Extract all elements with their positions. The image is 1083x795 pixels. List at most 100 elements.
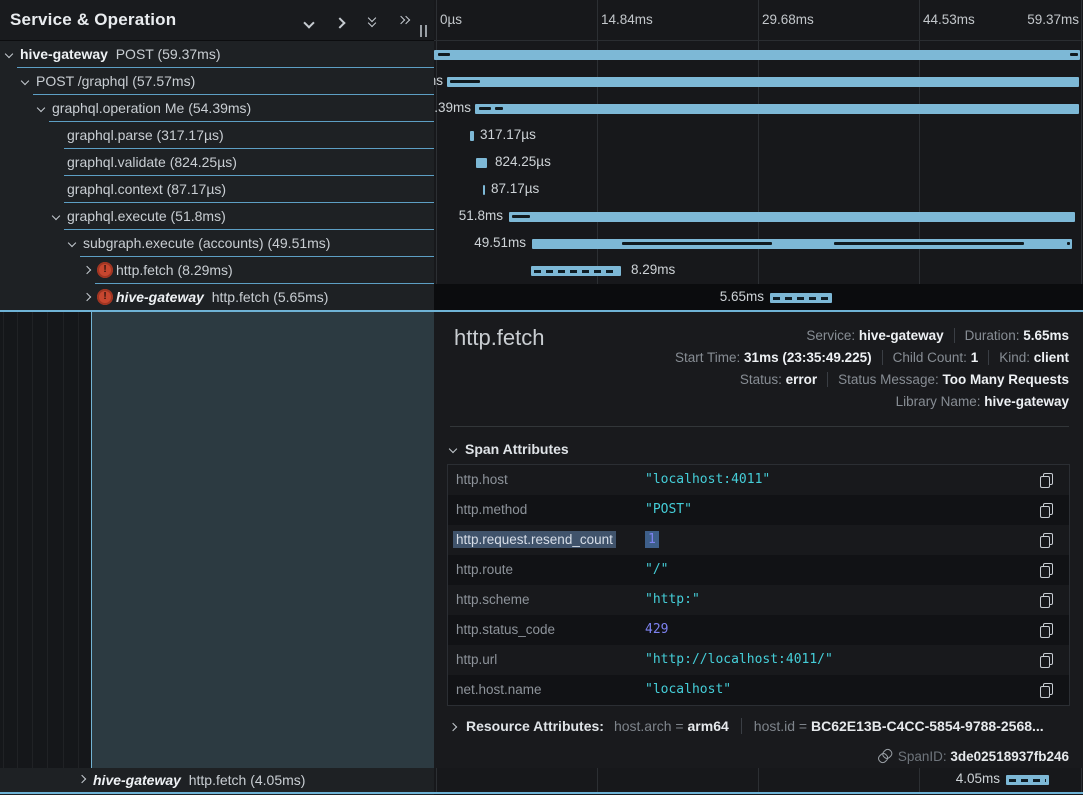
attribute-row[interactable]: http.status_code429: [448, 615, 1069, 645]
selected-row-border: [0, 310, 1083, 312]
chevron-right-icon[interactable]: [334, 17, 345, 28]
tree-row[interactable]: !http.fetch (8.29ms): [0, 257, 434, 284]
span-bar[interactable]: [447, 77, 1079, 87]
span-tree-panel: Service & Operation hive-gateway POST (5…: [0, 0, 434, 795]
span-bar[interactable]: [476, 158, 487, 168]
span-label: graphql.context (87.17µs): [67, 181, 226, 197]
bar-self-time-segment: [622, 242, 772, 245]
attribute-row[interactable]: http.url"http://localhost:4011/": [448, 645, 1069, 675]
attribute-row[interactable]: http.scheme"http:": [448, 585, 1069, 615]
timeline-row: 317.17µs: [434, 122, 1083, 149]
chevron-down-icon[interactable]: [5, 50, 13, 58]
chevron-down-icon: [449, 445, 457, 453]
copy-icon[interactable]: [1040, 683, 1053, 698]
chevron-right-icon[interactable]: [402, 16, 410, 24]
duration-label: 57.57ms: [434, 73, 443, 88]
span-attributes-header[interactable]: Span Attributes: [450, 441, 569, 457]
attribute-row[interactable]: http.route "/": [448, 555, 1069, 585]
link-icon[interactable]: [875, 746, 894, 765]
duration-label: 49.51ms: [474, 235, 526, 250]
copy-icon[interactable]: [1040, 503, 1053, 518]
span-bar[interactable]: [531, 266, 621, 276]
span-meta: Service: hive-gatewayDuration: 5.65ms Sta…: [675, 328, 1069, 416]
span-bar[interactable]: [509, 212, 1075, 222]
timeline-row: 87.17µs: [434, 176, 1083, 203]
span-bar[interactable]: [770, 293, 832, 303]
chevron-down-icon[interactable]: [305, 14, 319, 28]
timeline-panel: 0µs14.84ms29.68ms44.53ms59.37ms 57.57ms5…: [434, 0, 1083, 311]
meta-item: Library Name: hive-gateway: [896, 394, 1069, 409]
duration-label: 87.17µs: [491, 181, 539, 196]
attribute-key: http.request.resend_count: [453, 531, 616, 548]
panel-resize-handle[interactable]: [418, 25, 430, 38]
attribute-row[interactable]: http.host"localhost:4011": [448, 465, 1069, 495]
tree-row[interactable]: !hive-gateway http.fetch (5.65ms): [0, 284, 434, 311]
double-chevron-down-icon[interactable]: [367, 14, 381, 28]
tree-row[interactable]: hive-gateway POST (59.37ms): [0, 41, 434, 68]
service-name: hive-gateway: [116, 289, 204, 305]
attribute-row[interactable]: http.request.resend_count1: [448, 525, 1069, 555]
span-label: graphql.parse (317.17µs): [67, 127, 224, 143]
span-bar[interactable]: [470, 131, 474, 141]
span-title: http.fetch: [454, 325, 545, 351]
span-bar[interactable]: [1006, 775, 1049, 785]
span-attributes-table: http.host"localhost:4011"http.method"POS…: [447, 464, 1070, 706]
bar-dash-pattern: [534, 270, 618, 273]
bar-dash-pattern: [773, 297, 829, 300]
copy-icon[interactable]: [1040, 593, 1053, 608]
copy-icon[interactable]: [1040, 563, 1053, 578]
tree-row[interactable]: graphql.context (87.17µs): [0, 176, 434, 203]
chevron-right-icon[interactable]: [83, 293, 91, 301]
attribute-row[interactable]: net.host.name"localhost": [448, 675, 1069, 705]
copy-icon[interactable]: [1040, 473, 1053, 488]
chevron-down-icon[interactable]: [68, 239, 76, 247]
copy-icon[interactable]: [1040, 533, 1053, 548]
chevron-down-icon[interactable]: [52, 212, 60, 220]
tree-row-bottom[interactable]: hive-gateway http.fetch (4.05ms): [0, 768, 434, 792]
tree-row[interactable]: hive-gateway http.fetch (4.05ms): [0, 768, 434, 795]
error-icon: !: [97, 289, 113, 305]
chevron-down-icon[interactable]: [37, 104, 45, 112]
span-label: graphql.validate (824.25µs): [67, 154, 237, 170]
chevron-right-icon[interactable]: [336, 14, 350, 28]
tree-row[interactable]: graphql.execute (51.8ms): [0, 203, 434, 230]
resource-attributes-header[interactable]: Resource Attributes:: [466, 718, 604, 734]
copy-icon[interactable]: [1040, 623, 1053, 638]
timeline-row: 5.65ms: [434, 284, 1083, 311]
double-chevron-right-icon[interactable]: [398, 14, 412, 28]
attribute-value: 429: [645, 622, 668, 637]
trace-viewer: 0µs14.84ms29.68ms44.53ms59.37ms 57.57ms5…: [0, 0, 1083, 795]
copy-icon[interactable]: [1040, 653, 1053, 668]
service-name: hive-gateway: [20, 46, 108, 62]
meta-line: Service: hive-gatewayDuration: 5.65ms: [675, 328, 1069, 344]
chevron-right-icon[interactable]: [78, 775, 86, 783]
attribute-value: "/": [645, 562, 668, 577]
span-label: graphql.execute (51.8ms): [67, 208, 226, 224]
meta-item: Status Message: Too Many Requests: [827, 372, 1069, 387]
duration-label: 5.65ms: [720, 289, 764, 304]
span-bar[interactable]: [483, 185, 485, 195]
attribute-key: http.route: [456, 562, 513, 577]
tree-indent-guides: [0, 311, 91, 795]
chevron-down-icon[interactable]: [368, 19, 376, 27]
tree-row[interactable]: graphql.validate (824.25µs): [0, 149, 434, 176]
ruler-tick: 0µs: [440, 12, 462, 27]
tree-row[interactable]: graphql.parse (317.17µs): [0, 122, 434, 149]
chevron-down-icon[interactable]: [21, 77, 29, 85]
span-bar[interactable]: [434, 50, 1080, 60]
tree-row[interactable]: graphql.operation Me (54.39ms): [0, 95, 434, 122]
span-id-label: SpanID:: [898, 749, 947, 764]
bar-self-time-segment: [450, 80, 480, 83]
duration-label: 51.8ms: [459, 208, 503, 223]
timeline-row: 51.8ms: [434, 203, 1083, 230]
selected-span-subtree-region[interactable]: [91, 311, 434, 768]
duration-label: 317.17µs: [480, 127, 536, 142]
chevron-right-icon[interactable]: [83, 266, 91, 274]
chevron-down-icon[interactable]: [303, 17, 314, 28]
tree-row[interactable]: POST /graphql (57.57ms): [0, 68, 434, 95]
chevron-right-icon[interactable]: [449, 723, 457, 731]
duration-label: 54.39ms: [434, 100, 471, 115]
span-bar[interactable]: [475, 104, 1079, 114]
tree-row[interactable]: subgraph.execute (accounts) (49.51ms): [0, 230, 434, 257]
attribute-row[interactable]: http.method"POST": [448, 495, 1069, 525]
